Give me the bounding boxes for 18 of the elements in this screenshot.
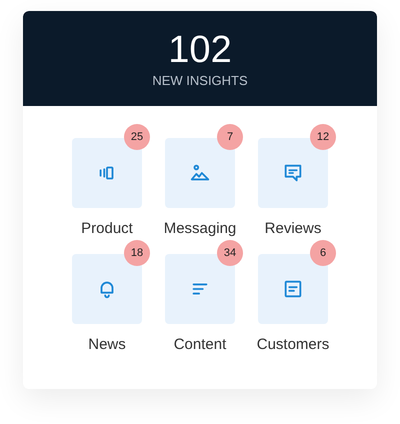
category-label: News [88,336,126,354]
count-badge: 12 [310,124,336,150]
category-label: Messaging [164,220,236,238]
note-icon [282,278,304,300]
insights-label: NEW INSIGHTS [152,73,248,88]
count-badge: 7 [217,124,243,150]
insights-count: 102 [168,29,232,71]
category-label: Reviews [264,220,322,238]
count-badge: 25 [124,124,150,150]
count-badge: 18 [124,240,150,266]
comment-icon [282,162,304,184]
category-tile[interactable] [258,138,328,208]
category-label: Customers [256,336,330,354]
category-label: Product [81,220,133,238]
count-badge: 34 [217,240,243,266]
category-label: Content [174,336,226,354]
category-tile[interactable] [165,138,235,208]
count-badge: 6 [310,240,336,266]
